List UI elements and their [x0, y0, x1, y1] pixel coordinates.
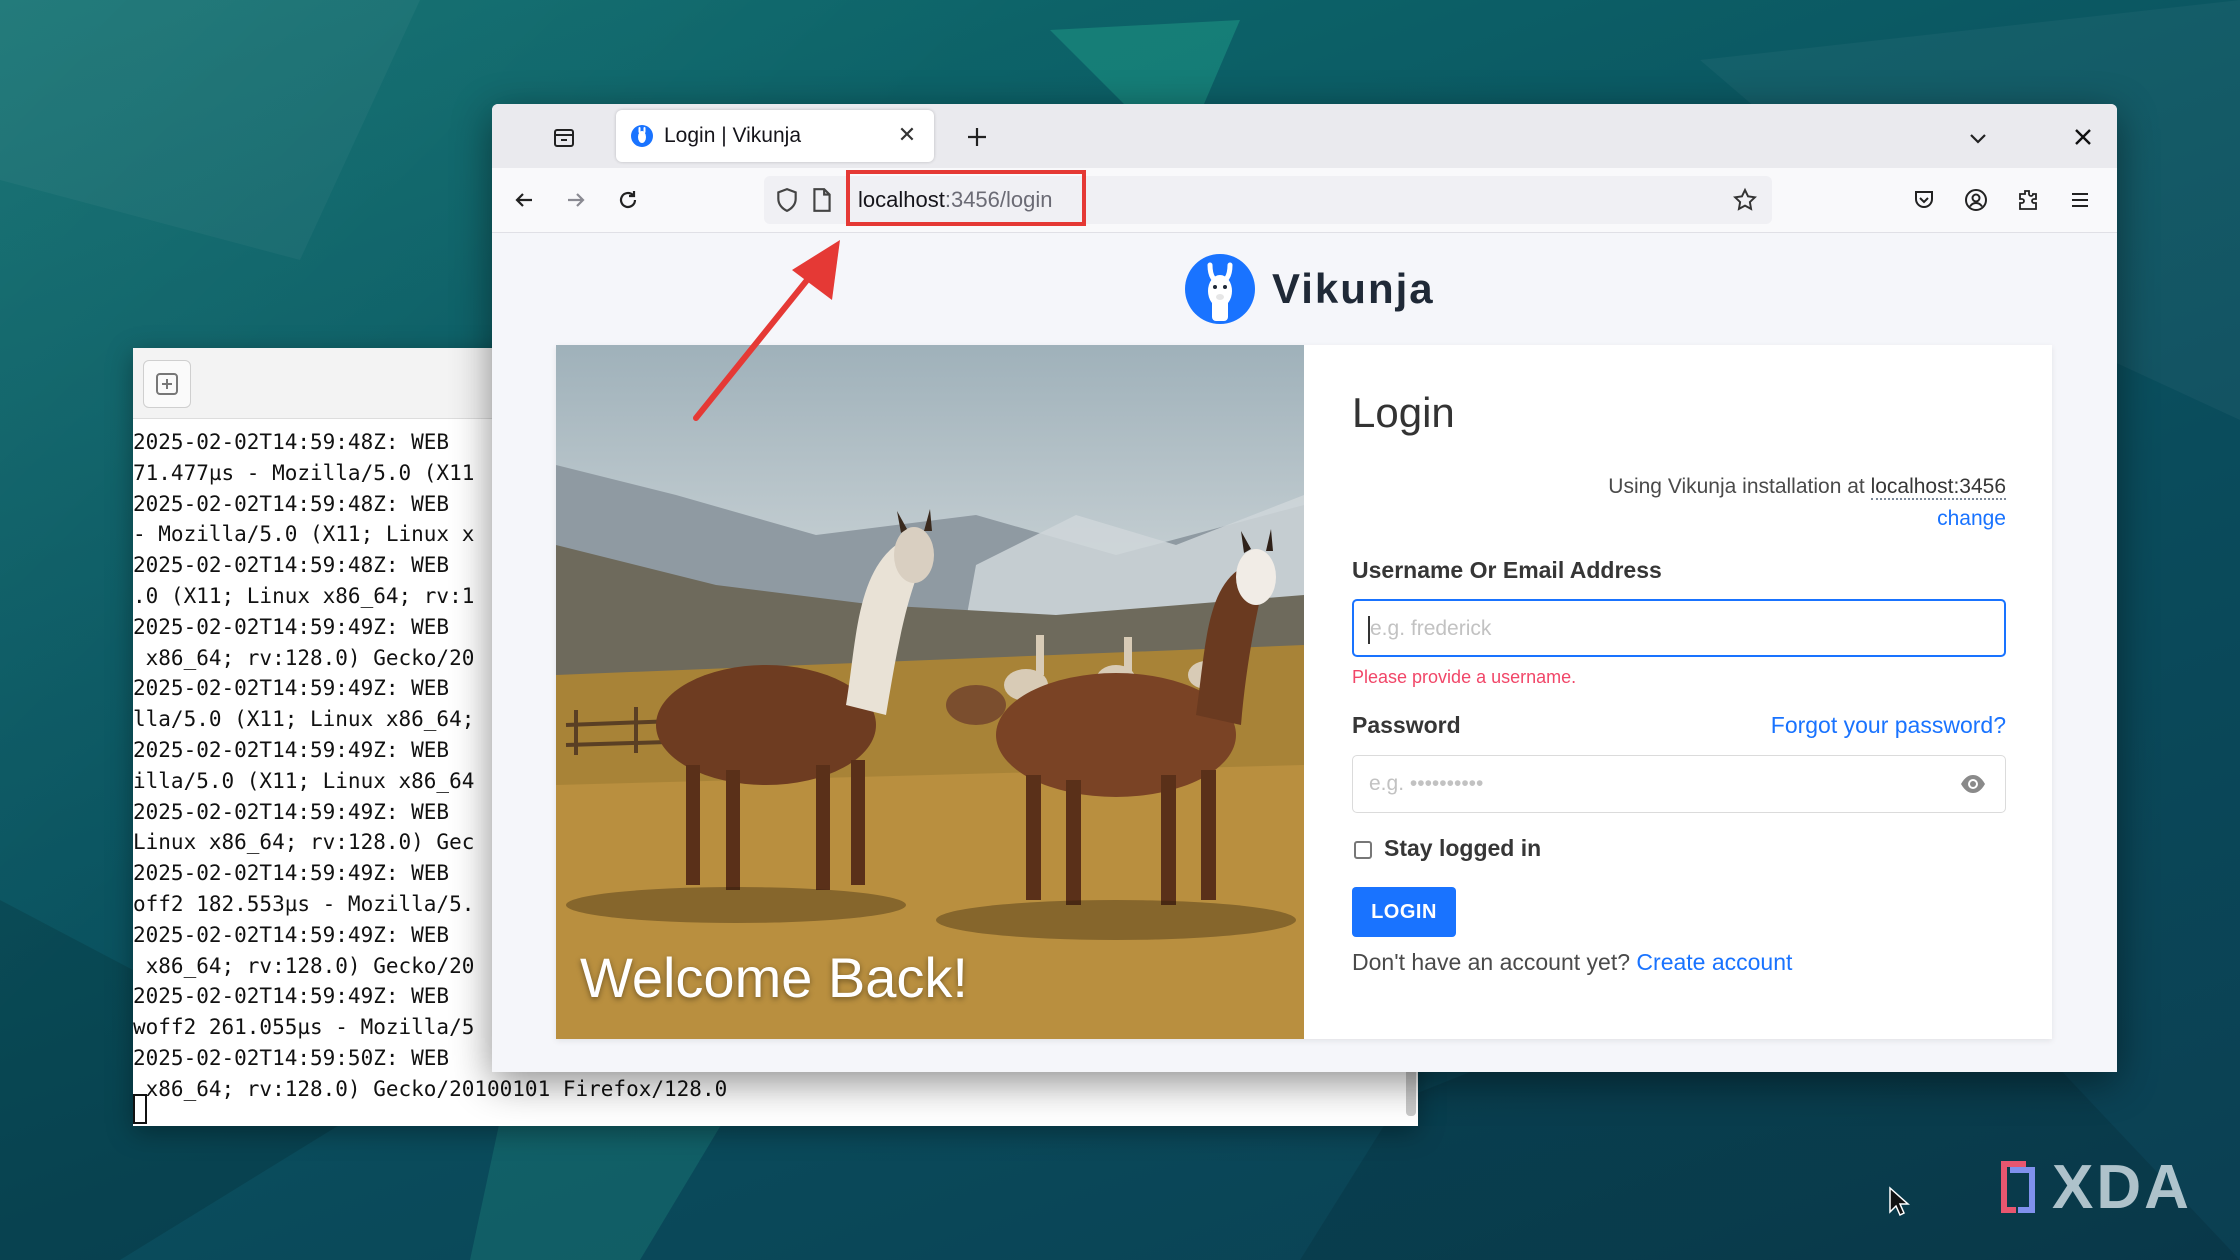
hamburger-menu-icon — [2072, 193, 2088, 207]
username-input[interactable]: e.g. frederick — [1352, 599, 2006, 657]
arrow-right-icon — [568, 193, 585, 207]
login-button[interactable]: LOGIN — [1352, 887, 1456, 937]
login-form: Login Using Vikunja installation at loca… — [1352, 345, 2006, 1039]
signup-prompt-text: Don't have an account yet? — [1352, 949, 1637, 975]
eye-icon[interactable] — [1959, 773, 1987, 795]
plus-square-icon — [156, 373, 178, 395]
hero-title: Welcome Back! — [580, 946, 968, 1009]
plus-icon — [968, 128, 986, 146]
username-label: Username Or Email Address — [1352, 557, 1662, 583]
vikunja-logo-icon — [1185, 254, 1255, 324]
bookmark-star-icon[interactable] — [1732, 187, 1758, 213]
new-tab-button[interactable] — [960, 120, 994, 154]
xda-logo-icon — [2001, 1161, 2035, 1213]
terminal-scrollbar[interactable] — [1406, 1068, 1416, 1116]
reload-button[interactable] — [610, 182, 646, 218]
extensions-button[interactable] — [2010, 182, 2046, 218]
list-all-tabs-button[interactable] — [1962, 122, 1994, 154]
brand-header: Vikunja — [1184, 253, 1435, 325]
mouse-pointer-icon — [1889, 1186, 1910, 1217]
reload-icon — [619, 191, 637, 209]
url-path: :3456/login — [944, 187, 1053, 212]
url-host: localhost — [858, 187, 945, 212]
login-card: Welcome Back! Login Using Vikunja instal… — [556, 345, 2052, 1039]
password-input[interactable]: e.g. •••••••••• — [1352, 755, 2006, 813]
pocket-icon — [1915, 191, 1933, 208]
back-button[interactable] — [506, 182, 542, 218]
xda-watermark: XDA — [2052, 1153, 2192, 1222]
terminal-cursor — [133, 1094, 147, 1124]
llama-landscape-illustration — [556, 465, 1304, 1039]
tab-list-icon — [554, 129, 574, 147]
stay-logged-in-checkbox[interactable] — [1354, 841, 1372, 859]
password-label: Password — [1352, 712, 1461, 738]
new-terminal-tab-button[interactable] — [143, 360, 191, 408]
installation-prefix: Using Vikunja installation at — [1608, 475, 1871, 498]
installation-host: localhost:3456 — [1870, 475, 2006, 500]
chevron-down-icon — [1970, 134, 1986, 144]
tab-title: Login | Vikunja — [664, 124, 802, 147]
annotation-arrow — [693, 240, 840, 421]
url-text[interactable]: localhost:3456/login — [858, 187, 1053, 213]
username-error: Please provide a username. — [1352, 667, 1577, 687]
arrow-left-icon — [515, 193, 532, 207]
forgot-password-link[interactable]: Forgot your password? — [1771, 712, 2006, 739]
pocket-button[interactable] — [1906, 182, 1942, 218]
window-close-button[interactable] — [2066, 120, 2100, 154]
tab-close-icon[interactable]: ✕ — [894, 122, 920, 148]
page-info-icon[interactable] — [810, 187, 834, 213]
menu-button[interactable] — [2062, 182, 2098, 218]
username-placeholder: e.g. frederick — [1370, 617, 1492, 640]
form-title: Login — [1352, 389, 1455, 436]
hero-image-panel: Welcome Back! — [556, 345, 1304, 1039]
brand-name: Vikunja — [1272, 265, 1435, 312]
tab-list-button[interactable] — [550, 124, 578, 152]
terminal-line: x86_64; rv:128.0) Gecko/20100101 Firefox… — [133, 1076, 728, 1101]
signup-prompt: Don't have an account yet? Create accoun… — [1352, 949, 1792, 976]
change-installation-link[interactable]: change — [1937, 507, 2006, 531]
create-account-link[interactable]: Create account — [1636, 949, 1792, 975]
password-placeholder: e.g. •••••••••• — [1369, 772, 1484, 795]
tab-bar: Login | Vikunja ✕ — [492, 104, 2117, 168]
vikunja-favicon-icon — [631, 125, 653, 147]
puzzle-icon — [2019, 190, 2037, 210]
forward-button[interactable] — [558, 182, 594, 218]
tracking-protection-shield-icon[interactable] — [774, 187, 800, 213]
account-icon — [1965, 189, 1987, 211]
close-icon — [2075, 129, 2091, 145]
installation-info: Using Vikunja installation at localhost:… — [1608, 475, 2006, 500]
account-button[interactable] — [1958, 182, 1994, 218]
stay-logged-in-label[interactable]: Stay logged in — [1384, 835, 1541, 862]
address-bar[interactable]: localhost:3456/login — [764, 170, 1772, 226]
tab-vikunja-login[interactable]: Login | Vikunja ✕ — [616, 110, 934, 162]
navigation-toolbar: localhost:3456/login — [492, 168, 2117, 233]
